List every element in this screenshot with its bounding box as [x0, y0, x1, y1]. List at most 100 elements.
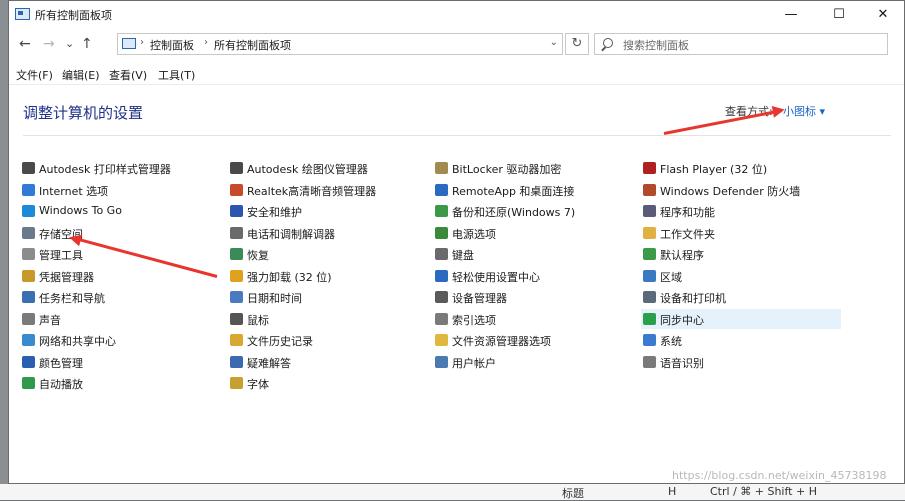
panel-item[interactable]: 文件历史记录	[228, 330, 428, 350]
power-options-icon	[435, 227, 448, 239]
panel-item[interactable]: Autodesk 绘图仪管理器	[228, 158, 428, 178]
maximize-button[interactable]: ☐	[817, 1, 861, 29]
panel-item[interactable]: 备份和还原(Windows 7)	[433, 201, 633, 221]
realtek-audio-icon	[230, 184, 243, 196]
folder-options-icon	[435, 334, 448, 346]
panel-item-label: 疑难解答	[247, 357, 291, 370]
admin-tools-icon	[22, 248, 35, 260]
panel-item-label: 轻松使用设置中心	[452, 271, 540, 284]
menu-file[interactable]: 文件(F)	[16, 67, 53, 83]
panel-item-label: 系统	[660, 335, 682, 348]
uninstall-icon	[230, 270, 243, 282]
panel-item[interactable]: 鼠标	[228, 309, 428, 329]
chevron-down-icon[interactable]: ⌄	[550, 37, 558, 48]
menu-view[interactable]: 查看(V)	[109, 67, 147, 83]
panel-item[interactable]: 工作文件夹	[641, 223, 841, 243]
calendar-icon	[230, 291, 243, 303]
up-button[interactable]: ↑	[81, 36, 93, 52]
panel-item[interactable]: 默认程序	[641, 244, 841, 264]
panel-item[interactable]: Windows Defender 防火墙	[641, 180, 841, 200]
panel-item[interactable]: 键盘	[433, 244, 633, 264]
view-by-dropdown[interactable]: 小图标 ▾	[783, 103, 825, 119]
panel-item[interactable]: 任务栏和导航	[20, 287, 220, 307]
panel-item[interactable]: 设备和打印机	[641, 287, 841, 307]
bg-text-title: 标题	[562, 487, 584, 500]
panel-item-label: 文件历史记录	[247, 335, 313, 348]
window-title: 所有控制面板项	[35, 9, 112, 22]
panel-item[interactable]: RemoteApp 和桌面连接	[433, 180, 633, 200]
menu-edit[interactable]: 编辑(E)	[62, 67, 100, 83]
windows-to-go-icon	[22, 205, 35, 217]
panel-item[interactable]: 语音识别	[641, 352, 841, 372]
panel-item[interactable]: Flash Player (32 位)	[641, 158, 841, 178]
panel-item[interactable]: 同步中心	[641, 309, 841, 329]
refresh-button[interactable]: ↻	[565, 33, 589, 55]
recent-locations-button[interactable]: ⌄	[65, 37, 74, 50]
color-management-icon	[22, 356, 35, 368]
panel-item[interactable]: 安全和维护	[228, 201, 428, 221]
panel-item-label: RemoteApp 和桌面连接	[452, 185, 575, 198]
menu-tools[interactable]: 工具(T)	[158, 67, 195, 83]
panel-item-label: 电源选项	[452, 228, 496, 241]
flag-icon	[230, 205, 243, 217]
panel-item-label: 键盘	[452, 249, 474, 262]
panel-item-label: 任务栏和导航	[39, 292, 105, 305]
bitlocker-icon	[435, 162, 448, 174]
panel-item[interactable]: 字体	[228, 373, 428, 393]
network-icon	[22, 334, 35, 346]
panel-item[interactable]: Autodesk 打印样式管理器	[20, 158, 220, 178]
panel-item[interactable]: 网络和共享中心	[20, 330, 220, 350]
plotter-icon	[230, 162, 243, 174]
recovery-icon	[230, 248, 243, 260]
panel-item-label: 强力卸载 (32 位)	[247, 271, 332, 284]
panel-item-label: 管理工具	[39, 249, 83, 262]
close-button[interactable]: ✕	[861, 1, 905, 29]
control-panel-icon	[122, 38, 136, 49]
panel-item[interactable]: BitLocker 驱动器加密	[433, 158, 633, 178]
keyboard-icon	[435, 248, 448, 260]
breadcrumb-all-items[interactable]: 所有控制面板项	[214, 37, 291, 53]
minimize-button[interactable]: —	[769, 1, 813, 29]
panel-item[interactable]: 系统	[641, 330, 841, 350]
panel-item-label: Realtek高清晰音频管理器	[247, 185, 377, 198]
panel-item[interactable]: 设备管理器	[433, 287, 633, 307]
search-icon	[603, 38, 613, 48]
title-bar[interactable]: 所有控制面板项 — ☐ ✕	[9, 1, 904, 29]
forward-button[interactable]: →	[43, 36, 55, 52]
remoteapp-icon	[435, 184, 448, 196]
panel-item[interactable]: 恢复	[228, 244, 428, 264]
panel-item[interactable]: 声音	[20, 309, 220, 329]
panel-item-label: 同步中心	[660, 314, 704, 327]
panel-item[interactable]: Realtek高清晰音频管理器	[228, 180, 428, 200]
panel-item-label: Windows To Go	[39, 204, 122, 217]
panel-item[interactable]: 电话和调制解调器	[228, 223, 428, 243]
panel-item[interactable]: 文件资源管理器选项	[433, 330, 633, 350]
device-manager-icon	[435, 291, 448, 303]
panel-item-label: 网络和共享中心	[39, 335, 116, 348]
panel-item[interactable]: 电源选项	[433, 223, 633, 243]
panel-item[interactable]: 轻松使用设置中心	[433, 266, 633, 286]
breadcrumb-control-panel[interactable]: 控制面板	[150, 37, 194, 53]
panel-item[interactable]: Internet 选项	[20, 180, 220, 200]
search-box[interactable]	[594, 33, 888, 55]
bg-text-h: H	[668, 485, 677, 498]
panel-item[interactable]: 日期和时间	[228, 287, 428, 307]
panel-item[interactable]: 强力卸载 (32 位)	[228, 266, 428, 286]
fonts-icon	[230, 377, 243, 389]
address-bar[interactable]: › 控制面板 › 所有控制面板项 ⌄	[117, 33, 563, 55]
panel-item[interactable]: 索引选项	[433, 309, 633, 329]
panel-item[interactable]: 自动播放	[20, 373, 220, 393]
panel-item[interactable]: 用户帐户	[433, 352, 633, 372]
panel-item[interactable]: 颜色管理	[20, 352, 220, 372]
search-input[interactable]	[621, 36, 875, 54]
panel-item[interactable]: 区域	[641, 266, 841, 286]
panel-item[interactable]: 疑难解答	[228, 352, 428, 372]
panel-item[interactable]: Windows To Go	[20, 201, 220, 221]
panel-item[interactable]: 存储空间	[20, 223, 220, 243]
panel-item-label: 声音	[39, 314, 61, 327]
page-title: 调整计算机的设置	[23, 104, 144, 122]
programs-icon	[643, 205, 656, 217]
panel-item[interactable]: 管理工具	[20, 244, 220, 264]
panel-item[interactable]: 程序和功能	[641, 201, 841, 221]
back-button[interactable]: ←	[19, 36, 31, 52]
